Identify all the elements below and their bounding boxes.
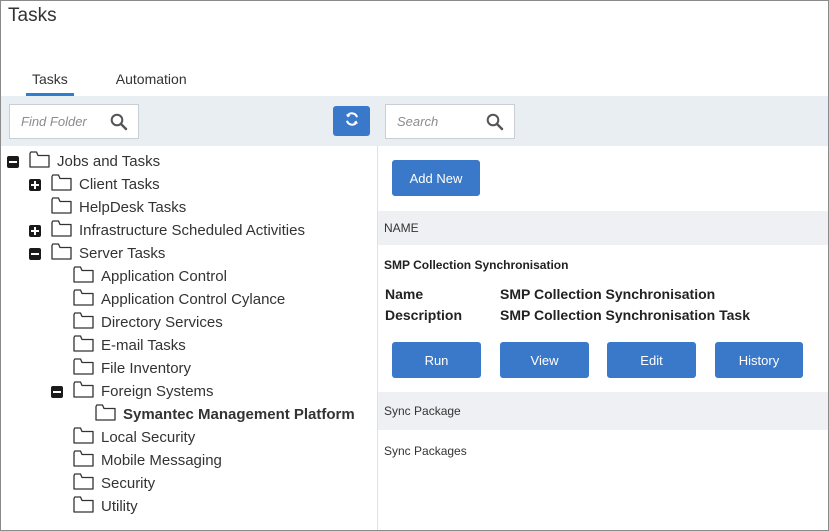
search-icon[interactable] [110,113,128,136]
tree-node-label: Symantec Management Platform [123,406,355,423]
tree-node[interactable]: Foreign Systems [0,380,377,403]
detail-name-value: SMP Collection Synchronisation [500,286,716,302]
folder-icon [51,197,72,218]
tree-node[interactable]: Infrastructure Scheduled Activities [0,219,377,242]
tree-node-label: File Inventory [101,360,192,377]
folder-icon [73,312,94,333]
tree-node[interactable]: Jobs and Tasks [0,150,377,173]
folder-icon [73,450,94,471]
tree-node-label: Server Tasks [79,245,166,262]
folder-icon [73,427,94,448]
detail-description-value: SMP Collection Synchronisation Task [500,307,750,323]
list-item[interactable]: Sync Packages [384,444,467,458]
toolbar [1,96,828,146]
folder-icon [73,381,94,402]
expand-icon[interactable] [29,225,41,237]
folder-icon [29,151,50,172]
tree-node-label: HelpDesk Tasks [79,199,187,216]
tree-node[interactable]: Symantec Management Platform [0,403,377,426]
tree-node[interactable]: Local Security [0,426,377,449]
tree-node-label: Infrastructure Scheduled Activities [79,222,305,239]
find-folder-box [9,104,139,139]
page-title: Tasks [8,5,57,26]
tree-node-label: Application Control [101,268,227,285]
tree-node-label: Utility [101,498,138,515]
list-item[interactable]: Sync Package [378,392,828,430]
tree-node[interactable]: Application Control [0,265,377,288]
view-button[interactable]: View [500,342,589,378]
folder-icon [73,335,94,356]
tree-node[interactable]: Security [0,472,377,495]
folder-icon [73,289,94,310]
find-folder-input[interactable] [21,114,101,129]
folder-icon [51,243,72,264]
tree-node[interactable]: E-mail Tasks [0,334,377,357]
tree-node[interactable]: Utility [0,495,377,518]
run-button[interactable]: Run [392,342,481,378]
tree-node-label: Security [101,475,156,492]
tree-node[interactable]: Server Tasks [0,242,377,265]
tree-node[interactable]: Application Control Cylance [0,288,377,311]
tree-node-label: Local Security [101,429,196,446]
folder-icon [51,220,72,241]
collapse-icon[interactable] [7,156,19,168]
search-input[interactable] [397,114,477,129]
column-header-name[interactable]: NAME [378,211,828,245]
tab-automation[interactable]: Automation [116,71,187,96]
refresh-button[interactable] [333,106,370,136]
edit-button[interactable]: Edit [607,342,696,378]
folder-icon [73,266,94,287]
tree-node[interactable]: Directory Services [0,311,377,334]
folder-icon [73,496,94,517]
history-button[interactable]: History [715,342,803,378]
tab-tasks[interactable]: Tasks [26,71,74,96]
expand-icon[interactable] [29,179,41,191]
pane-divider[interactable] [377,146,378,530]
tree-node-label: Jobs and Tasks [57,153,161,170]
tree-node-label: Application Control Cylance [101,291,286,308]
folder-icon [73,358,94,379]
tree-node-label: E-mail Tasks [101,337,186,354]
folder-icon [73,473,94,494]
collapse-icon[interactable] [29,248,41,260]
folder-icon [95,404,116,425]
tree-node-label: Client Tasks [79,176,160,193]
tree-node[interactable]: File Inventory [0,357,377,380]
tree-node-label: Mobile Messaging [101,452,222,469]
collapse-icon[interactable] [51,386,63,398]
refresh-icon [344,111,360,132]
task-title[interactable]: SMP Collection Synchronisation [384,258,568,272]
tree-node[interactable]: HelpDesk Tasks [0,196,377,219]
add-new-button[interactable]: Add New [392,160,480,196]
tab-bar: Tasks Automation [26,71,229,96]
detail-name-label: Name [385,286,424,302]
tree-node-label: Foreign Systems [101,383,214,400]
detail-description-label: Description [385,307,463,323]
tree-node[interactable]: Mobile Messaging [0,449,377,472]
tree-node-label: Directory Services [101,314,223,331]
search-box [385,104,515,139]
search-icon[interactable] [486,113,504,136]
folder-icon [51,174,72,195]
tree-node[interactable]: Client Tasks [0,173,377,196]
